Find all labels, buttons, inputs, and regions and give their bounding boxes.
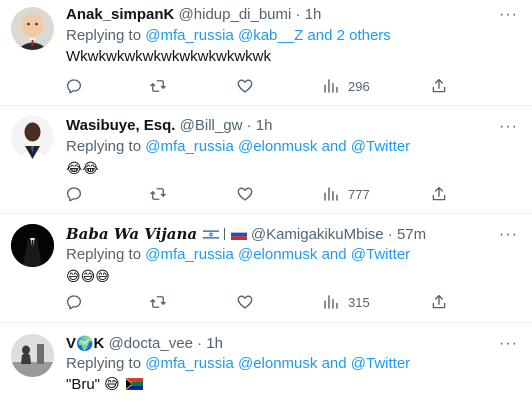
retweet-icon [150, 80, 166, 92]
tweet-text: 😅😅😅 [66, 268, 110, 284]
replying-to: Replying to @mfa_russia @elonmusk and @T… [66, 245, 522, 265]
replying-to-label: Replying to [66, 27, 146, 44]
reply-icon [66, 187, 82, 202]
display-name[interactable]: Baba Wa Vijana [66, 225, 197, 243]
separator: · [197, 335, 203, 352]
views-button[interactable]: 315 [322, 292, 370, 312]
action-bar: 777 [0, 184, 532, 204]
like-button[interactable] [236, 184, 254, 204]
share-button[interactable] [430, 76, 448, 96]
view-count: 296 [348, 78, 370, 94]
avatar[interactable] [11, 116, 54, 159]
retweet-button[interactable] [149, 184, 167, 204]
avatar[interactable] [11, 224, 54, 267]
reply-icon [66, 295, 82, 310]
israel-flag-icon [203, 229, 220, 240]
reply-icon [66, 79, 82, 94]
views-icon [324, 79, 338, 93]
more-icon[interactable]: ··· [499, 7, 518, 23]
more-icon[interactable]: ··· [499, 227, 518, 243]
tweet-header: Wasibuye, Esq. @Bill_gw · 1h [66, 116, 522, 136]
tweet-1[interactable]: Anak_simpanK @hidup_di_bumi · 1h Replyin… [0, 0, 532, 106]
tweet-text: "Bru" 😅 [66, 376, 120, 393]
user-handle[interactable]: @Bill_gw [180, 117, 243, 134]
view-count: 315 [348, 294, 370, 310]
tweet-2[interactable]: Wasibuye, Esq. @Bill_gw · 1h Replying to… [0, 106, 532, 214]
views-icon [324, 295, 338, 309]
view-count: 777 [348, 186, 370, 202]
reply-button[interactable] [65, 76, 83, 96]
separator: · [295, 6, 301, 23]
like-button[interactable] [236, 292, 254, 312]
retweet-button[interactable] [149, 292, 167, 312]
avatar[interactable] [11, 334, 54, 377]
like-icon [237, 295, 253, 309]
views-icon [324, 187, 338, 201]
retweet-button[interactable] [149, 76, 167, 96]
tweet-text-row: "Bru" 😅 [66, 375, 522, 395]
reply-mentions[interactable]: @mfa_russia @elonmusk and @Twitter [145, 355, 410, 372]
views-button[interactable]: 296 [322, 76, 370, 96]
share-icon [432, 78, 446, 93]
timestamp[interactable]: 57m [397, 226, 426, 243]
tweet-4[interactable]: V🌍K @docta_vee · 1h Replying to @mfa_rus… [0, 323, 532, 404]
reply-mentions[interactable]: @mfa_russia @elonmusk and @Twitter [145, 138, 410, 155]
display-name[interactable]: Anak_simpanK [66, 6, 174, 23]
tweet-3[interactable]: Baba Wa Vijana @KamigakikuMbise · 57m Re… [0, 214, 532, 323]
globe-emoji: 🌍 [76, 335, 94, 351]
tweet-text: 😂😂 [66, 160, 99, 176]
avatar[interactable] [11, 7, 54, 50]
tweet-header: V🌍K @docta_vee · 1h [66, 333, 522, 353]
replying-to-label: Replying to [66, 138, 146, 155]
separator: · [387, 226, 393, 243]
timestamp[interactable]: 1h [206, 335, 223, 352]
like-button[interactable] [236, 76, 254, 96]
share-icon [432, 186, 446, 201]
user-handle[interactable]: @hidup_di_bumi [179, 6, 292, 23]
replying-to-label: Replying to [66, 355, 146, 372]
reply-mentions[interactable]: @mfa_russia @kab__Z and 2 others [145, 27, 391, 44]
like-icon [237, 79, 253, 93]
tweet-text: Wkwkwkwkwkwkwkwkwkwkwk [66, 48, 271, 65]
replying-to: Replying to @mfa_russia @kab__Z and 2 ot… [66, 26, 522, 46]
display-name-end: K [93, 335, 105, 352]
action-bar: 315 [0, 292, 532, 312]
south-africa-flag-icon [125, 378, 143, 390]
retweet-icon [150, 296, 166, 308]
views-button[interactable]: 777 [322, 184, 370, 204]
retweet-icon [150, 188, 166, 200]
replying-to: Replying to @mfa_russia @elonmusk and @T… [66, 137, 522, 157]
replying-to-label: Replying to [66, 246, 146, 263]
more-icon[interactable]: ··· [499, 336, 518, 352]
share-button[interactable] [430, 184, 448, 204]
reply-button[interactable] [65, 184, 83, 204]
display-name[interactable]: V🌍K [66, 335, 104, 352]
display-name[interactable]: Wasibuye, Esq. [66, 117, 175, 134]
replying-to: Replying to @mfa_russia @elonmusk and @T… [66, 354, 522, 374]
separator: · [246, 117, 252, 134]
more-icon[interactable]: ··· [499, 119, 518, 135]
user-handle[interactable]: @docta_vee [108, 335, 192, 352]
tweet-header: Baba Wa Vijana @KamigakikuMbise · 57m [66, 224, 522, 244]
timestamp[interactable]: 1h [256, 117, 273, 134]
like-icon [237, 187, 253, 201]
share-button[interactable] [430, 292, 448, 312]
share-icon [432, 294, 446, 309]
russia-flag-icon [230, 229, 247, 240]
timestamp[interactable]: 1h [305, 6, 322, 23]
reply-button[interactable] [65, 292, 83, 312]
action-bar: 296 [0, 76, 532, 96]
user-handle[interactable]: @KamigakikuMbise [251, 226, 384, 243]
display-name-start: V [66, 335, 77, 352]
tweet-header: Anak_simpanK @hidup_di_bumi · 1h [66, 5, 522, 25]
reply-mentions[interactable]: @mfa_russia @elonmusk and @Twitter [145, 246, 410, 263]
